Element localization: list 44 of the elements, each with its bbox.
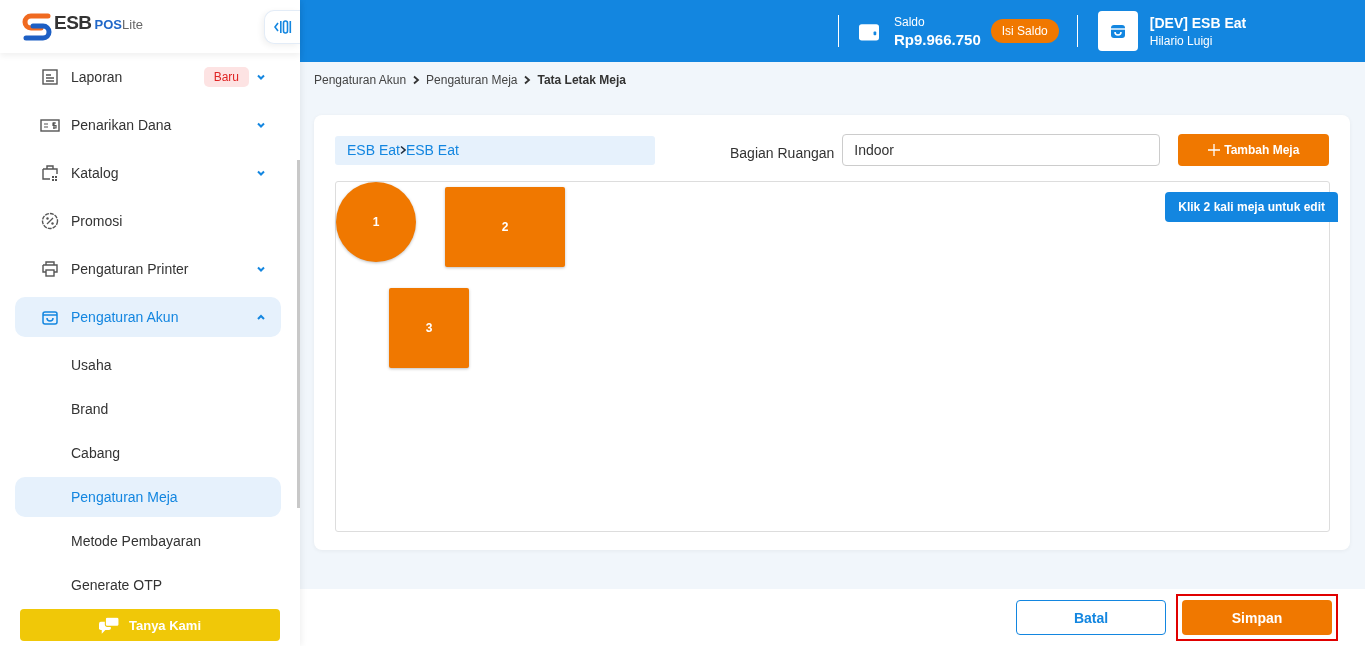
sidebar-item-label: Penarikan Dana bbox=[71, 117, 173, 134]
submenu-item[interactable]: Usaha bbox=[15, 345, 281, 386]
room-field[interactable]: Indoor bbox=[842, 134, 1161, 166]
chevron-right-icon bbox=[411, 75, 422, 85]
store-name: [DEV] ESB Eat bbox=[1149, 14, 1247, 31]
new-badge: Baru bbox=[203, 67, 249, 88]
breadcrumb-current: Tata Letak Meja bbox=[537, 73, 626, 87]
submenu-item[interactable]: Generate OTP bbox=[15, 565, 281, 606]
location-path: ESB Eat ESB Eat bbox=[335, 135, 655, 165]
store-icon bbox=[1097, 11, 1138, 51]
balance-amount: Rp9.966.750 bbox=[894, 30, 981, 48]
submenu-item[interactable]: Brand bbox=[15, 389, 281, 430]
logo: ESB POSLite bbox=[22, 11, 143, 42]
plus-icon bbox=[1208, 144, 1221, 156]
sidebar-item-label: Promosi bbox=[71, 213, 124, 230]
hint-tooltip: Klik 2 kali meja untuk edit bbox=[1165, 192, 1338, 222]
chat-icon bbox=[99, 616, 119, 634]
submenu-item[interactable]: Cabang bbox=[15, 433, 281, 474]
logo-icon bbox=[22, 11, 52, 42]
breadcrumb-link[interactable]: Pengaturan Meja bbox=[426, 73, 518, 87]
sidebar-item[interactable]: Laporan Baru bbox=[15, 57, 281, 98]
sidebar-item[interactable]: Penarikan Dana bbox=[15, 105, 281, 146]
cancel-button[interactable]: Batal bbox=[1016, 600, 1166, 635]
breadcrumb-link[interactable]: Pengaturan Akun bbox=[314, 73, 407, 87]
room-label: Bagian Ruangan bbox=[730, 145, 835, 161]
chevron-right-icon bbox=[399, 145, 406, 155]
sidebar-item-label: Katalog bbox=[71, 165, 120, 182]
sidebar-item-label: Pengaturan Akun bbox=[71, 309, 180, 326]
balance-label: Saldo bbox=[894, 14, 926, 29]
wallet-icon bbox=[859, 21, 879, 41]
sidebar-item-label: Laporan bbox=[71, 69, 124, 86]
sidebar-item[interactable]: Promosi bbox=[15, 201, 281, 242]
sidebar-item[interactable]: Pengaturan Printer bbox=[15, 249, 281, 290]
document-icon bbox=[40, 67, 60, 88]
basket-icon bbox=[40, 163, 60, 184]
collapse-sidebar-button[interactable] bbox=[264, 9, 300, 44]
collapse-icon bbox=[272, 18, 293, 35]
chevron-right-icon bbox=[522, 75, 533, 85]
submenu-item[interactable]: Metode Pembayaran bbox=[15, 521, 281, 562]
user-name: Hilario Luigi bbox=[1149, 33, 1214, 48]
printer-icon bbox=[40, 259, 60, 280]
sidebar-item-label: Pengaturan Printer bbox=[71, 261, 190, 278]
discount-icon bbox=[40, 211, 60, 232]
sidebar-item[interactable]: Katalog bbox=[15, 153, 281, 194]
